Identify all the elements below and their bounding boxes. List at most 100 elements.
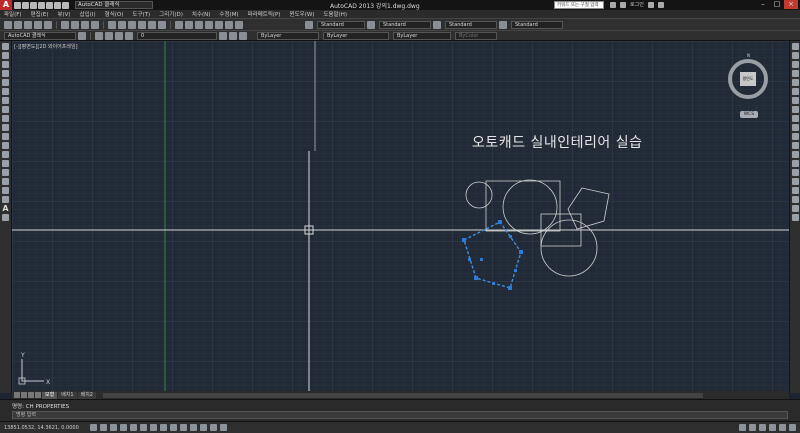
linetype-select[interactable]: ByLayer [323,31,389,40]
add-selected-icon[interactable] [2,214,9,221]
quick-view-layouts-icon[interactable] [749,424,756,431]
layer-previous-icon[interactable] [229,31,237,40]
zoom-realtime-icon[interactable] [138,20,146,29]
rotate-icon[interactable] [791,97,799,104]
color-select[interactable]: ByLayer [257,31,319,40]
ortho-icon[interactable] [119,424,127,431]
snap-icon[interactable] [99,424,107,431]
tab-layout2[interactable]: 배치2 [77,391,96,399]
autocad-logo-icon[interactable]: A [0,0,12,10]
search-input[interactable]: 키워드 또는 구절 입력 [554,1,604,9]
annotation-scale-icon[interactable] [759,424,766,431]
plot-icon[interactable] [46,1,53,9]
menu-view[interactable]: 뷰(V) [57,10,70,18]
open-icon[interactable] [22,1,29,9]
blend-curves-icon[interactable] [791,187,799,194]
nav-pan-icon[interactable] [791,205,799,212]
match-properties-icon[interactable] [91,20,99,29]
new-icon[interactable] [14,1,21,9]
otrack-icon[interactable] [159,424,167,431]
properties-icon[interactable] [175,20,183,29]
fillet-icon[interactable] [791,178,799,185]
nav-zoom-icon[interactable] [791,214,799,221]
tool-palettes-icon[interactable] [195,20,203,29]
plotstyle-select[interactable]: ByColor [455,31,497,40]
tab-nav-next-icon[interactable] [28,392,34,398]
exchange-icon[interactable] [647,1,654,8]
sheet-set-icon[interactable] [205,20,213,29]
sun-icon[interactable] [115,31,123,40]
quick-properties-icon[interactable] [209,424,217,431]
menu-file[interactable]: 파일(F) [4,10,22,18]
region-icon[interactable] [2,187,9,194]
zoom-previous-icon[interactable] [158,20,166,29]
menu-parametric[interactable]: 파라메트릭(P) [248,10,281,18]
hatch-icon[interactable] [2,169,9,176]
break-icon[interactable] [791,151,799,158]
undo-icon[interactable] [54,1,61,9]
drawing-mtext[interactable]: 오토캐드 실내인테리어 실습 [472,132,642,152]
tab-nav-first-icon[interactable] [14,392,20,398]
menu-insert[interactable]: 삽입(I) [80,10,96,18]
tab-layout1[interactable]: 배치1 [58,391,77,399]
save-icon[interactable] [24,20,32,29]
scale-icon[interactable] [791,106,799,113]
qnew-icon[interactable] [4,20,12,29]
revision-cloud-icon[interactable] [2,106,9,113]
menu-draw[interactable]: 그리기(D) [159,10,183,18]
make-current-icon[interactable] [219,31,227,40]
array-icon[interactable] [791,79,799,86]
polar-icon[interactable] [129,424,137,431]
chamfer-icon[interactable] [791,169,799,176]
layer-state-icon[interactable] [239,31,247,40]
lineweight-select[interactable]: ByLayer [393,31,451,40]
paste-icon[interactable] [81,20,89,29]
workspace-dropdown[interactable]: AutoCAD 클래식 [4,31,76,40]
transparency-icon[interactable] [199,424,207,431]
save-icon[interactable] [30,1,37,9]
menu-format[interactable]: 형식(O) [105,10,124,18]
polyline-icon[interactable] [2,61,9,68]
lock-ui-icon[interactable] [779,424,786,431]
infer-constraints-icon[interactable] [89,424,97,431]
extend-icon[interactable] [791,133,799,140]
design-center-icon[interactable] [185,20,193,29]
viewcube[interactable]: 평면도 [740,72,756,86]
rectangle-icon[interactable] [2,79,9,86]
calculator-icon[interactable] [225,20,233,29]
preview-icon[interactable] [44,20,52,29]
circle-icon[interactable] [2,97,9,104]
explode-icon[interactable] [791,196,799,203]
trim-icon[interactable] [791,124,799,131]
open-icon[interactable] [14,20,22,29]
drawing-area[interactable]: [-][평면도][2D 와이어프레임] Y X N 오토캐드 실내인테리어 실습… [12,41,789,391]
cut-icon[interactable] [61,20,69,29]
zoom-window-icon[interactable] [148,20,156,29]
selection-cycling-icon[interactable] [219,424,227,431]
copy-object-icon[interactable] [791,52,799,59]
table-style-select[interactable]: Standard [445,20,497,29]
sign-in-label[interactable]: 로그인 [630,1,644,8]
mirror-icon[interactable] [791,61,799,68]
spline-icon[interactable] [2,115,9,122]
redo-icon[interactable] [62,1,69,9]
break-at-point-icon[interactable] [791,142,799,149]
grid-icon[interactable] [109,424,117,431]
osnap-icon[interactable] [139,424,147,431]
multiline-text-icon[interactable]: A [2,205,9,213]
copy-icon[interactable] [71,20,79,29]
search-icon[interactable] [610,1,616,8]
gradient-icon[interactable] [2,178,9,185]
arc-icon[interactable] [2,88,9,95]
horizontal-scrollbar[interactable] [102,392,703,398]
construction-line-icon[interactable] [2,52,9,59]
help-icon[interactable] [657,1,664,8]
join-icon[interactable] [791,160,799,167]
table-icon[interactable] [2,196,9,203]
tab-model[interactable]: 모형 [42,391,58,399]
dim-style-select[interactable]: Standard [379,20,431,29]
offset-icon[interactable] [791,70,799,77]
tab-nav-last-icon[interactable] [35,392,41,398]
stretch-icon[interactable] [791,115,799,122]
model-space-icon[interactable] [739,424,746,431]
